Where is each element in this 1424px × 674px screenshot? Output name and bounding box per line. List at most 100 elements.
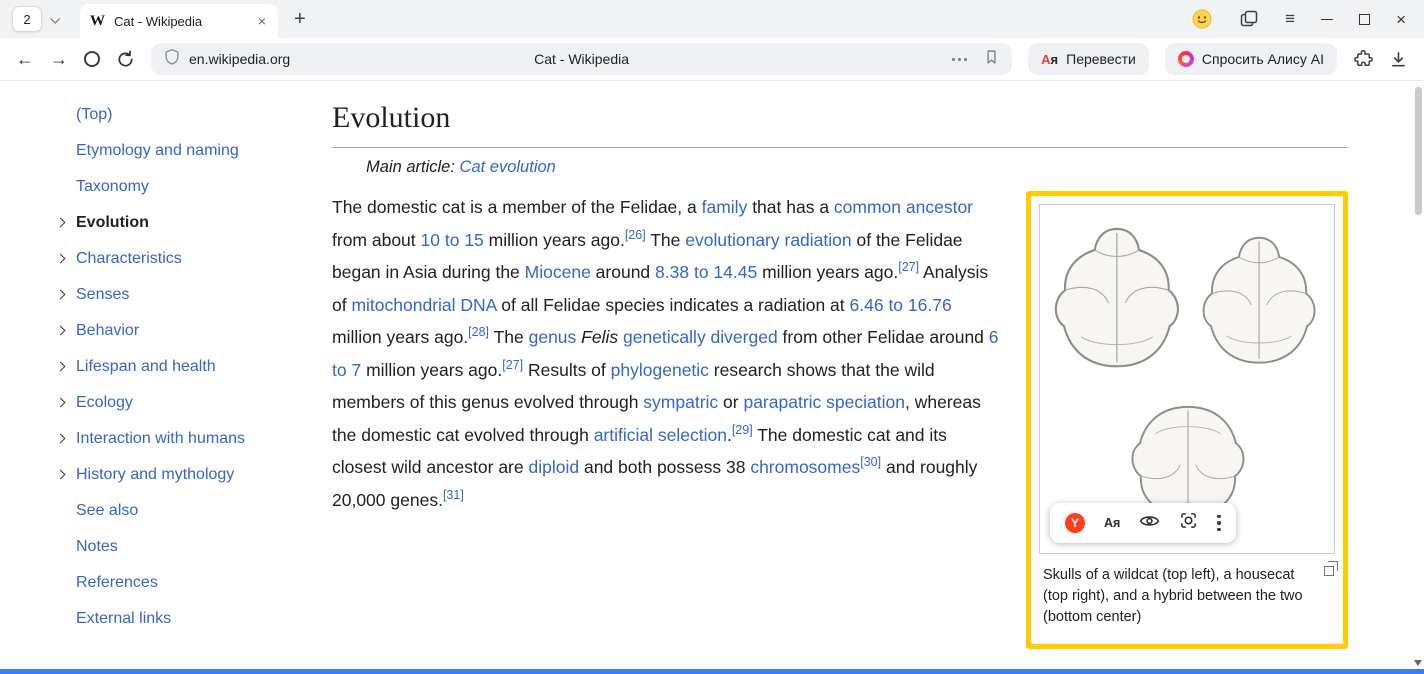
- article-link[interactable]: 10 to 15: [421, 230, 484, 250]
- image-search-icon[interactable]: [1179, 511, 1198, 535]
- scrollbar-down-icon[interactable]: [1414, 660, 1422, 666]
- highlighted-figure[interactable]: Y Ая Skulls of a: [1026, 191, 1348, 649]
- chevron-right-icon[interactable]: [56, 362, 66, 372]
- forward-icon[interactable]: →: [50, 49, 68, 70]
- article-link[interactable]: 8.38 to 14.45: [655, 262, 757, 282]
- toc-item-label: References: [76, 574, 158, 591]
- article-link[interactable]: parapatric: [743, 392, 821, 412]
- citation-link[interactable]: [29]: [732, 423, 753, 437]
- ask-alice-button[interactable]: Спросить Алису AI: [1165, 43, 1337, 75]
- image-more-options-icon[interactable]: [1217, 515, 1221, 532]
- article-link[interactable]: phylogenetic: [611, 360, 709, 380]
- chevron-right-icon[interactable]: [56, 434, 66, 444]
- article-link[interactable]: sympatric: [643, 392, 718, 412]
- tab-list-button[interactable]: [42, 6, 66, 32]
- bottom-accent-bar: [0, 669, 1424, 674]
- tab-close-icon[interactable]: ×: [256, 12, 268, 30]
- enlarge-image-icon[interactable]: [1324, 566, 1334, 576]
- toc-item-references[interactable]: References: [76, 565, 332, 601]
- url-text: en.wikipedia.org: [189, 51, 290, 67]
- citation-link[interactable]: [31]: [443, 488, 464, 502]
- article-link[interactable]: genetically diverged: [623, 327, 778, 347]
- skulls-image[interactable]: Y Ая: [1039, 204, 1335, 554]
- toc-item-see-also[interactable]: See also: [76, 493, 332, 529]
- figure-caption: Skulls of a wildcat (top left), a housec…: [1031, 558, 1343, 636]
- section-heading: Evolution: [332, 101, 1348, 148]
- tab-cat-wikipedia[interactable]: W Cat - Wikipedia ×: [80, 4, 278, 38]
- toc-item-label: Etymology and naming: [76, 142, 239, 159]
- addressbar-more-icon[interactable]: [952, 58, 967, 61]
- citation-link[interactable]: [26]: [625, 228, 646, 242]
- toc-item-external-links[interactable]: External links: [76, 601, 332, 637]
- article-link[interactable]: 6.46 to 16.76: [850, 295, 952, 315]
- back-icon[interactable]: ←: [16, 49, 34, 70]
- side-panels-icon[interactable]: [1239, 9, 1259, 29]
- hatnote-link[interactable]: Cat evolution: [460, 158, 556, 176]
- article-link[interactable]: family: [702, 197, 748, 217]
- close-window-icon[interactable]: ×: [1396, 11, 1406, 28]
- alice-avatar-icon[interactable]: [1191, 8, 1213, 30]
- protect-shield-icon[interactable]: [163, 48, 181, 71]
- citation-link[interactable]: [30]: [860, 455, 881, 469]
- maximize-window-icon[interactable]: [1359, 14, 1370, 25]
- article-link[interactable]: chromosomes: [750, 457, 860, 477]
- browser-logo-icon[interactable]: [84, 51, 100, 67]
- article-link[interactable]: Miocene: [525, 262, 591, 282]
- toc-item-label: History and mythology: [76, 466, 234, 483]
- chevron-right-icon[interactable]: [56, 398, 66, 408]
- citation-link[interactable]: [27]: [898, 260, 919, 274]
- paragraph-text: from other Felidae around: [778, 327, 989, 347]
- tab-count-button[interactable]: 2: [12, 6, 42, 32]
- hatnote-prefix: Main article:: [366, 158, 460, 176]
- toc-item-top[interactable]: (Top): [76, 97, 332, 133]
- citation-link[interactable]: [28]: [468, 325, 489, 339]
- toc-item-notes[interactable]: Notes: [76, 529, 332, 565]
- toc-item-interaction-with-humans[interactable]: Interaction with humans: [76, 421, 332, 457]
- downloads-icon[interactable]: [1389, 50, 1408, 69]
- translate-button[interactable]: Ая Перевести: [1028, 43, 1149, 75]
- article-link[interactable]: mitochondrial DNA: [351, 295, 496, 315]
- address-bar[interactable]: en.wikipedia.org Cat - Wikipedia: [151, 43, 1012, 75]
- citation-ref: [29]: [732, 423, 753, 437]
- translate-image-icon[interactable]: Ая: [1104, 516, 1120, 530]
- article-link[interactable]: diploid: [528, 457, 579, 477]
- vertical-scrollbar[interactable]: [1412, 81, 1424, 669]
- bookmark-flag-icon[interactable]: [983, 48, 1000, 71]
- chevron-right-icon[interactable]: [56, 254, 66, 264]
- toc-item-behavior[interactable]: Behavior: [76, 313, 332, 349]
- article-paragraph: The domestic cat is a member of the Feli…: [332, 191, 1002, 516]
- article-link[interactable]: artificial selection: [594, 425, 727, 445]
- eye-icon[interactable]: [1139, 513, 1160, 534]
- chevron-right-icon[interactable]: [56, 218, 66, 228]
- toc-item-history-and-mythology[interactable]: History and mythology: [76, 457, 332, 493]
- toc-item-taxonomy[interactable]: Taxonomy: [76, 169, 332, 205]
- chevron-right-icon[interactable]: [56, 326, 66, 336]
- toc-item-label: Lifespan and health: [76, 358, 216, 375]
- article-link[interactable]: common ancestor: [834, 197, 973, 217]
- citation-ref: [27]: [502, 358, 523, 372]
- citation-ref: [31]: [443, 488, 464, 502]
- new-tab-button[interactable]: +: [290, 8, 310, 31]
- toc-item-lifespan-and-health[interactable]: Lifespan and health: [76, 349, 332, 385]
- chevron-right-icon[interactable]: [56, 290, 66, 300]
- reload-icon[interactable]: [116, 50, 135, 69]
- scrollbar-thumb[interactable]: [1415, 87, 1422, 215]
- article-link[interactable]: evolutionary radiation: [685, 230, 851, 250]
- article-link[interactable]: speciation: [826, 392, 905, 412]
- hatnote: Main article: Cat evolution: [366, 158, 1348, 177]
- minimize-window-icon[interactable]: [1321, 19, 1333, 20]
- toc-item-senses[interactable]: Senses: [76, 277, 332, 313]
- toc-item-ecology[interactable]: Ecology: [76, 385, 332, 421]
- extensions-puzzle-icon[interactable]: [1353, 49, 1373, 69]
- article-link[interactable]: genus: [529, 327, 577, 347]
- toc-item-label: External links: [76, 610, 171, 627]
- toc-item-evolution[interactable]: Evolution: [76, 205, 332, 241]
- browser-menu-icon[interactable]: ≡: [1285, 9, 1295, 29]
- page-content: (Top) Etymology and naming TaxonomyEvoluti…: [0, 81, 1424, 669]
- yandex-logo-icon[interactable]: Y: [1065, 513, 1085, 533]
- paragraph-text: around: [591, 262, 655, 282]
- toc-item-characteristics[interactable]: Characteristics: [76, 241, 332, 277]
- toc-item-etymology-and-naming[interactable]: Etymology and naming: [76, 133, 332, 169]
- chevron-right-icon[interactable]: [56, 470, 66, 480]
- citation-link[interactable]: [27]: [502, 358, 523, 372]
